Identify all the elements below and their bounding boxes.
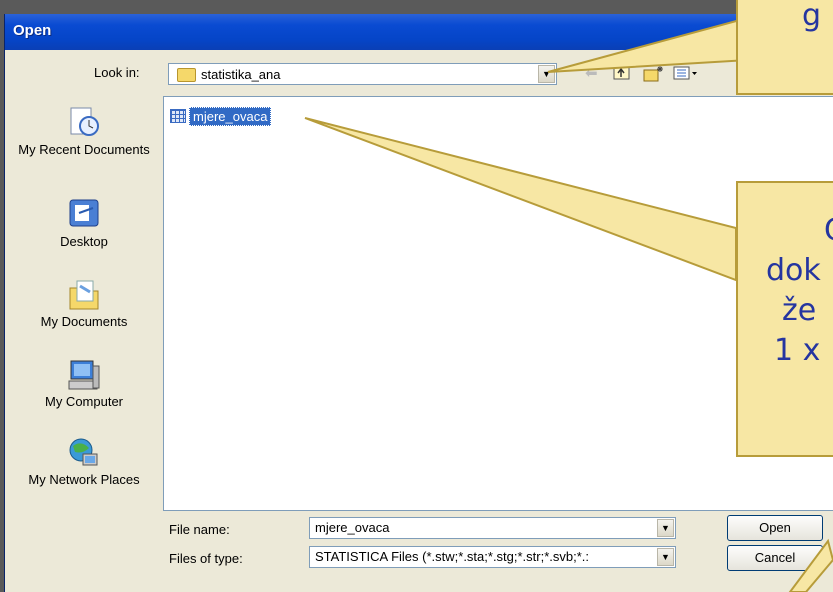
callout-top: g — [736, 0, 833, 95]
callout-pointer-file — [304, 117, 737, 282]
callout-line: 1 x — [774, 333, 821, 368]
callout-pointer-open — [788, 538, 833, 592]
callout-pointers — [304, 18, 833, 592]
callout-middle: C dok že 1 x — [736, 181, 833, 457]
callout-top-text: g — [802, 0, 822, 33]
callout-line: C — [738, 211, 833, 251]
callout-line: že — [782, 293, 817, 328]
callout-line: dok — [766, 253, 821, 288]
